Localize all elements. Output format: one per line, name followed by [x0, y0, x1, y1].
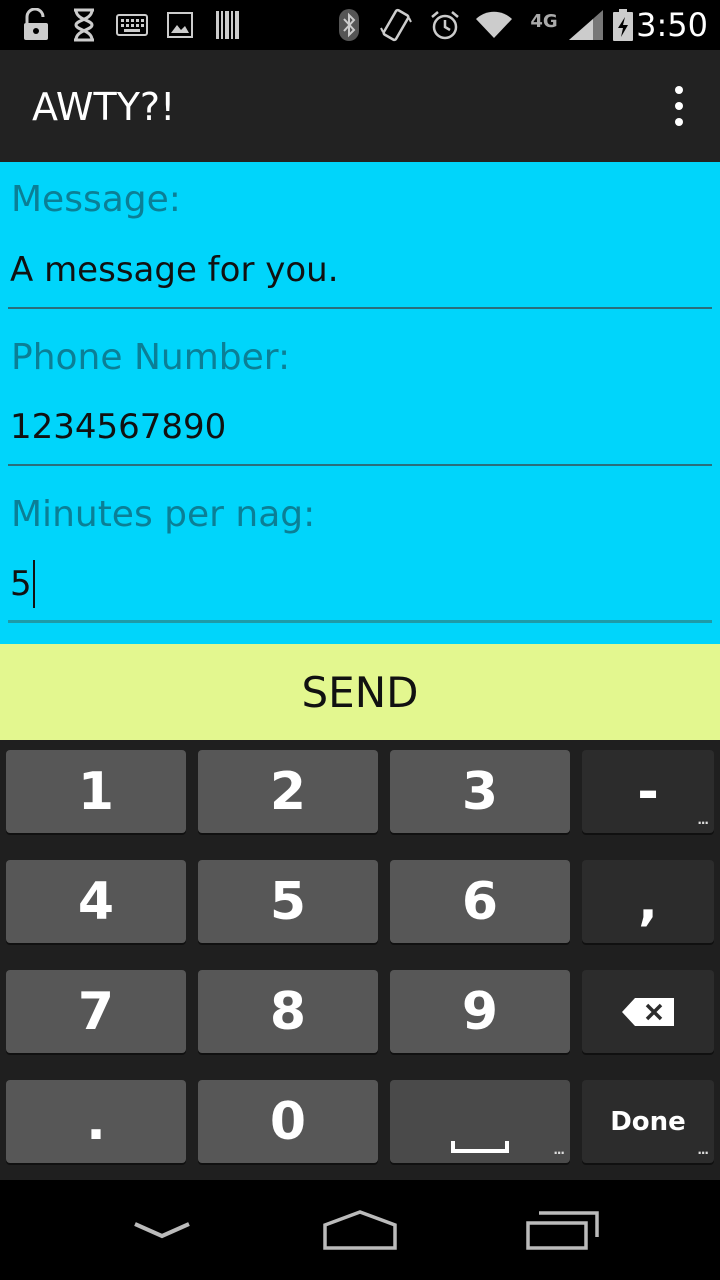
message-value: A message for you. — [10, 250, 339, 290]
phone-underline — [8, 464, 712, 466]
recents-icon[interactable] — [520, 1200, 604, 1260]
key-2[interactable]: 2 — [198, 750, 378, 833]
key-comma[interactable]: , — [582, 860, 714, 943]
phone-value: 1234567890 — [10, 407, 227, 447]
key-1[interactable]: 1 — [6, 750, 186, 833]
home-icon[interactable] — [318, 1200, 402, 1260]
back-icon[interactable] — [120, 1200, 204, 1260]
status-time: 3:50 — [636, 6, 708, 44]
bluetooth-icon — [336, 8, 362, 42]
key-5[interactable]: 5 — [198, 860, 378, 943]
image-icon — [166, 8, 194, 42]
more-keys-indicator: ··· — [697, 816, 709, 830]
key-comma-label: , — [638, 871, 658, 932]
minutes-label: Minutes per nag: — [11, 494, 316, 535]
key-3[interactable]: 3 — [390, 750, 570, 833]
key-7[interactable]: 7 — [6, 970, 186, 1053]
key-backspace[interactable] — [582, 970, 714, 1053]
key-8[interactable]: 8 — [198, 970, 378, 1053]
numeric-keyboard: 1 2 3 - ··· 4 5 6 , 7 8 9 . 0 ··· Done ·… — [0, 740, 720, 1180]
barcode-icon — [214, 8, 242, 42]
message-underline — [8, 307, 712, 309]
unlock-icon — [20, 8, 52, 42]
network-type-label: 4G — [530, 10, 558, 32]
more-vert-icon[interactable] — [672, 86, 686, 126]
minutes-value: 5 — [10, 564, 32, 604]
nag-form: Message: A message for you. Phone Number… — [0, 162, 720, 644]
key-0[interactable]: 0 — [198, 1080, 378, 1163]
key-period[interactable]: . — [6, 1080, 186, 1163]
send-button[interactable]: SEND — [0, 644, 720, 740]
alarm-icon — [428, 8, 462, 42]
signal-icon — [566, 8, 606, 42]
key-6[interactable]: 6 — [390, 860, 570, 943]
minutes-underline — [8, 620, 712, 623]
action-bar: AWTY?! — [0, 50, 720, 162]
hourglass-icon — [70, 8, 98, 42]
key-done[interactable]: Done ··· — [582, 1080, 714, 1163]
key-dash[interactable]: - ··· — [582, 750, 714, 833]
phone-field[interactable]: 1234567890 — [8, 401, 712, 455]
key-4[interactable]: 4 — [6, 860, 186, 943]
keyboard-icon — [116, 8, 148, 42]
navigation-bar — [0, 1180, 720, 1280]
more-keys-indicator: ··· — [697, 1146, 709, 1160]
key-9[interactable]: 9 — [390, 970, 570, 1053]
status-bar: 4G 3:50 — [0, 0, 720, 50]
battery-charging-icon — [610, 8, 636, 42]
message-field[interactable]: A message for you. — [8, 244, 712, 298]
minutes-field[interactable]: 5 — [8, 558, 712, 612]
key-done-label: Done — [610, 1106, 686, 1137]
space-bar-icon — [451, 1141, 509, 1153]
key-dash-label: - — [637, 761, 659, 822]
vibrate-icon — [380, 8, 412, 42]
wifi-icon — [474, 8, 514, 42]
message-label: Message: — [11, 179, 181, 220]
backspace-icon — [622, 997, 674, 1026]
text-cursor — [32, 559, 35, 608]
app-title: AWTY?! — [32, 85, 176, 129]
key-space[interactable]: ··· — [390, 1080, 570, 1163]
phone-label: Phone Number: — [11, 337, 291, 378]
more-keys-indicator: ··· — [553, 1146, 565, 1160]
